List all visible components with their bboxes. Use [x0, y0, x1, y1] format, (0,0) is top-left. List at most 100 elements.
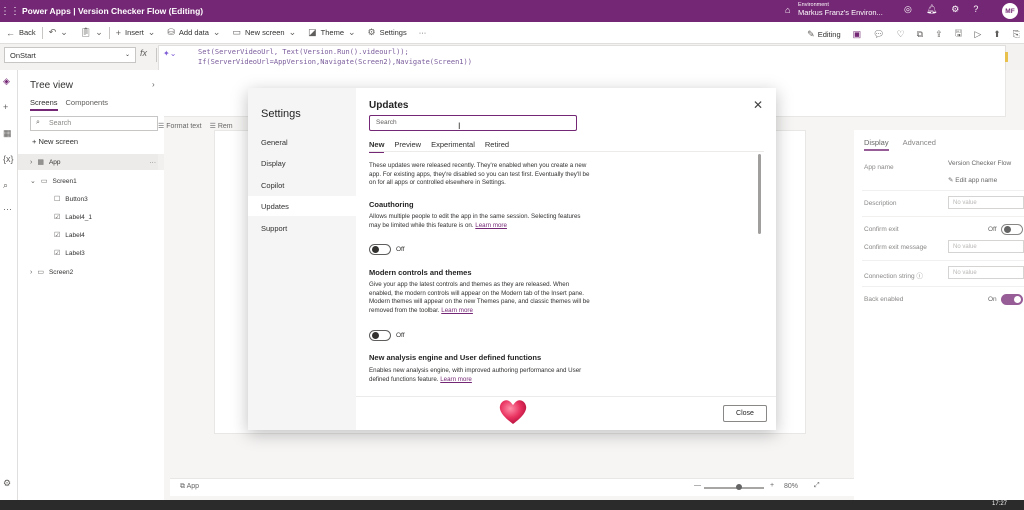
monitor-icon[interactable]: ⧉	[917, 29, 923, 40]
tree-node-label3[interactable]: ☑ Label3	[18, 245, 164, 261]
tab-screens[interactable]: Screens	[30, 98, 58, 111]
updates-intro: These updates were released recently. Th…	[369, 162, 590, 186]
nav-display[interactable]: Display	[248, 153, 356, 173]
screen-icon: ▭	[40, 178, 48, 185]
tree-node-label4[interactable]: ☑ Label4	[18, 227, 164, 243]
chevron-down-icon: ⌄	[348, 27, 356, 37]
tab-components[interactable]: Components	[66, 98, 109, 111]
tree-node-app[interactable]: › ▦ App ···	[18, 154, 164, 170]
learn-more-link[interactable]: Learn more	[440, 376, 472, 383]
tree-node-label4-1[interactable]: ☑ Label4_1	[18, 209, 164, 225]
tree-node-screen1[interactable]: ⌄ ▭ Screen1	[18, 173, 164, 189]
theme-button[interactable]: ◪ Theme ⌄	[302, 27, 361, 38]
scrollbar[interactable]	[758, 154, 761, 234]
settings-gear-icon[interactable]: ⚙	[951, 4, 959, 15]
formula-text[interactable]: Set(ServerVideoUrl, Text(Version.Run().v…	[198, 47, 472, 67]
settings-content: Updates ✕ Search I New Preview Experimen…	[356, 88, 776, 430]
nav-copilot[interactable]: Copilot	[248, 175, 356, 195]
app-launcher-icon[interactable]: ⋮⋮	[0, 6, 20, 17]
versions-icon[interactable]: ⎘	[1013, 29, 1020, 40]
layers-icon[interactable]: ◈	[3, 76, 10, 87]
feature-title-modern-controls: Modern controls and themes	[369, 268, 472, 277]
coauthoring-toggle[interactable]	[369, 244, 391, 255]
search-icon: ⌕	[36, 119, 40, 126]
copilot-panel-icon[interactable]: ▣	[853, 29, 862, 40]
close-icon[interactable]: ✕	[753, 98, 763, 112]
modern-controls-toggle[interactable]	[369, 330, 391, 341]
tree-search-input[interactable]: ⌕ Search	[30, 116, 158, 131]
tree-node-button3[interactable]: ☐ Button3	[18, 191, 164, 207]
close-button[interactable]: Close	[723, 405, 767, 422]
search-icon[interactable]: ⌕	[3, 180, 8, 191]
left-rail: ◈ + ▦ {x} ⌕ ··· ⚙	[0, 70, 18, 500]
add-data-button[interactable]: ⛁ Add data ⌄	[161, 27, 226, 38]
environment-picker[interactable]: Environment Markus Franz's Environ...	[798, 2, 883, 16]
app-checker-icon[interactable]: ♡	[897, 29, 905, 40]
settings-dialog: Settings General Display Copilot Updates…	[248, 88, 776, 430]
tree-node-screen2[interactable]: › ▭ Screen2	[18, 264, 164, 280]
learn-more-link[interactable]: Learn more	[475, 222, 507, 229]
back-button[interactable]: ← Back	[0, 28, 42, 38]
fx-icon: fx	[140, 48, 148, 58]
button-control-icon: ☐	[54, 196, 61, 203]
help-icon[interactable]: ?	[973, 4, 978, 15]
feature-desc-modern-controls: Give your app the latest controls and th…	[369, 281, 590, 314]
app-icon: ▦	[37, 159, 44, 166]
chevron-down-icon: ⌄	[124, 52, 130, 58]
new-screen-button[interactable]: ▭ New screen ⌄	[226, 27, 302, 38]
tree-view-pane: Tree view › Screens Components ⌕ Search …	[18, 70, 164, 500]
nav-updates[interactable]: Updates	[248, 196, 356, 216]
new-screen-icon: ▭	[232, 27, 241, 37]
back-arrow-icon: ←	[6, 27, 15, 38]
clipboard-icon: 📋︎	[79, 27, 92, 37]
formula-error-marker	[1005, 52, 1008, 62]
variables-icon[interactable]: {x}	[3, 154, 14, 164]
notifications-icon[interactable]: 🔔︎	[926, 4, 937, 15]
nav-support[interactable]: Support	[248, 218, 356, 238]
text-cursor-icon: I	[458, 121, 461, 131]
copilot-icon[interactable]: ◎	[904, 4, 912, 15]
clock: 17:27	[992, 501, 1008, 507]
editing-status[interactable]: ✎ Editing	[807, 29, 840, 40]
pencil-icon: ✎	[807, 28, 815, 39]
chevron-down-icon: ⌄	[147, 27, 156, 37]
data-grid-icon[interactable]: ▦	[3, 128, 12, 139]
settings-search-input[interactable]: Search	[369, 115, 577, 131]
label-control-icon: ☑	[54, 250, 61, 257]
settings-nav: Settings General Display Copilot Updates…	[248, 88, 356, 430]
preview-play-icon[interactable]: ▷	[974, 29, 981, 40]
environment-icon: ⌂	[785, 5, 791, 15]
settings-button[interactable]: ⚙ Settings	[362, 27, 413, 38]
chevron-down-icon: ⌄	[212, 27, 221, 37]
insert-plus-icon[interactable]: +	[3, 102, 8, 112]
share-icon[interactable]: ⇪	[935, 29, 943, 40]
property-dropdown[interactable]: OnStart ⌄	[4, 47, 136, 63]
paste-button[interactable]: 📋︎ ⌄	[74, 27, 109, 38]
new-screen-link[interactable]: + New screen	[32, 137, 78, 146]
app-title: Power Apps | Version Checker Flow (Editi…	[22, 6, 204, 16]
theme-icon: ◪	[308, 27, 317, 37]
user-avatar[interactable]: MF	[1002, 3, 1018, 19]
screen-icon: ▭	[37, 269, 44, 276]
insert-button[interactable]: + Insert ⌄	[110, 27, 162, 38]
modern-controls-state: Off	[396, 332, 405, 339]
publish-icon[interactable]: ⬆	[993, 29, 1001, 40]
save-icon[interactable]: 🖫︎	[955, 26, 963, 42]
more-commands-button[interactable]: ···	[413, 28, 433, 37]
nav-general[interactable]: General	[248, 132, 356, 152]
comments-icon[interactable]: 💬︎	[873, 29, 884, 40]
coauthoring-state: Off	[396, 246, 405, 253]
undo-icon: ↶	[48, 27, 57, 37]
chevron-right-icon: ›	[30, 158, 33, 166]
title-bar: ⋮⋮ Power Apps | Version Checker Flow (Ed…	[0, 0, 1024, 22]
settings-title: Settings	[261, 108, 301, 120]
chevron-down-icon: ⌄	[60, 27, 68, 37]
more-options-icon[interactable]: ···	[150, 159, 157, 166]
settings-gear-icon[interactable]: ⚙	[3, 478, 11, 489]
heart-icon	[499, 400, 527, 424]
close-icon[interactable]: ›	[152, 80, 155, 89]
more-icon[interactable]: ···	[3, 204, 12, 214]
undo-button[interactable]: ↶ ⌄	[43, 27, 74, 38]
copilot-formula-icon[interactable]: ✦⌄	[163, 49, 176, 58]
learn-more-link[interactable]: Learn more	[441, 307, 473, 314]
